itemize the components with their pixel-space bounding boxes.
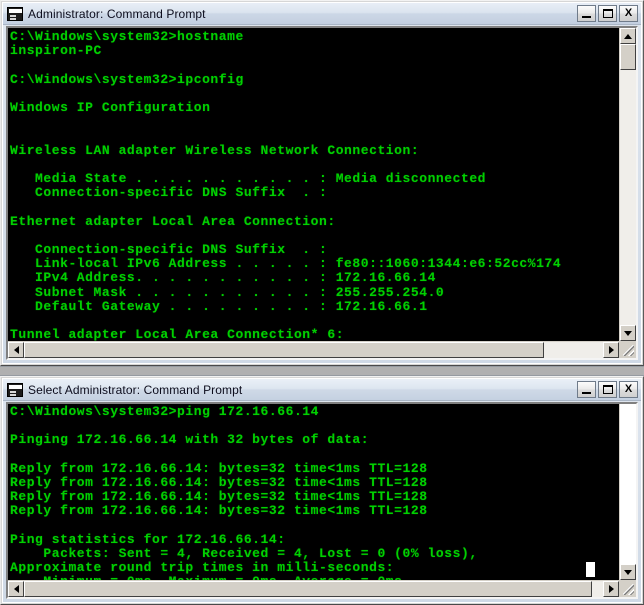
minimize-button[interactable] xyxy=(577,5,596,22)
close-button[interactable]: X xyxy=(619,381,638,398)
caption-button-group: X xyxy=(577,381,638,398)
vertical-scroll-thumb[interactable] xyxy=(620,44,636,70)
scroll-left-arrow-icon[interactable] xyxy=(8,342,24,358)
command-prompt-icon xyxy=(7,382,23,397)
maximize-icon xyxy=(603,385,613,394)
resize-grip-icon[interactable] xyxy=(619,341,636,358)
horizontal-scrollbar-1[interactable] xyxy=(8,341,619,358)
vertical-scroll-track[interactable] xyxy=(620,70,636,325)
maximize-icon xyxy=(603,9,613,18)
horizontal-scroll-track[interactable] xyxy=(592,581,603,597)
command-prompt-icon xyxy=(7,6,23,21)
maximize-button[interactable] xyxy=(598,381,617,398)
console-surface[interactable]: C:\Windows\system32>ping 172.16.66.14 Pi… xyxy=(6,402,638,599)
window-frame: Administrator: Command Prompt X C:\Windo… xyxy=(2,2,642,364)
window-frame: Select Administrator: Command Prompt X C… xyxy=(2,378,642,603)
console-selection-block xyxy=(586,562,595,577)
vertical-scrollbar-2[interactable] xyxy=(619,404,636,580)
scroll-left-arrow-icon[interactable] xyxy=(8,581,24,597)
horizontal-scroll-thumb[interactable] xyxy=(24,342,544,358)
resize-grip-icon[interactable] xyxy=(619,580,636,597)
scroll-down-arrow-icon[interactable] xyxy=(620,564,636,580)
vertical-scroll-track[interactable] xyxy=(620,404,636,564)
horizontal-scroll-track[interactable] xyxy=(544,342,603,358)
close-button[interactable]: X xyxy=(619,5,638,22)
window-title: Select Administrator: Command Prompt xyxy=(28,382,243,397)
command-prompt-window-1[interactable]: Administrator: Command Prompt X C:\Windo… xyxy=(0,0,644,366)
command-prompt-window-2[interactable]: Select Administrator: Command Prompt X C… xyxy=(0,376,644,605)
window-title: Administrator: Command Prompt xyxy=(28,6,206,21)
maximize-button[interactable] xyxy=(598,5,617,22)
caption-button-group: X xyxy=(577,5,638,22)
close-icon: X xyxy=(624,383,633,395)
minimize-button[interactable] xyxy=(577,381,596,398)
close-icon: X xyxy=(624,7,633,19)
console-text-1: C:\Windows\system32>hostname inspiron-PC… xyxy=(10,29,562,341)
title-bar[interactable]: Administrator: Command Prompt X xyxy=(3,3,641,25)
minimize-icon xyxy=(582,392,591,394)
minimize-icon xyxy=(582,16,591,18)
title-bar[interactable]: Select Administrator: Command Prompt X xyxy=(3,379,641,401)
desktop-background: Administrator: Command Prompt X C:\Windo… xyxy=(0,0,644,605)
console-surface[interactable]: C:\Windows\system32>hostname inspiron-PC… xyxy=(6,26,638,360)
horizontal-scroll-thumb[interactable] xyxy=(24,581,592,597)
horizontal-scrollbar-2[interactable] xyxy=(8,580,619,597)
scroll-right-arrow-icon[interactable] xyxy=(603,581,619,597)
scroll-up-arrow-icon[interactable] xyxy=(620,28,636,44)
scroll-down-arrow-icon[interactable] xyxy=(620,325,636,341)
scroll-right-arrow-icon[interactable] xyxy=(603,342,619,358)
console-output-area-1[interactable]: C:\Windows\system32>hostname inspiron-PC… xyxy=(8,28,619,341)
console-output-area-2[interactable]: C:\Windows\system32>ping 172.16.66.14 Pi… xyxy=(8,404,619,580)
console-text-2: C:\Windows\system32>ping 172.16.66.14 Pi… xyxy=(10,404,478,580)
vertical-scrollbar-1[interactable] xyxy=(619,28,636,341)
